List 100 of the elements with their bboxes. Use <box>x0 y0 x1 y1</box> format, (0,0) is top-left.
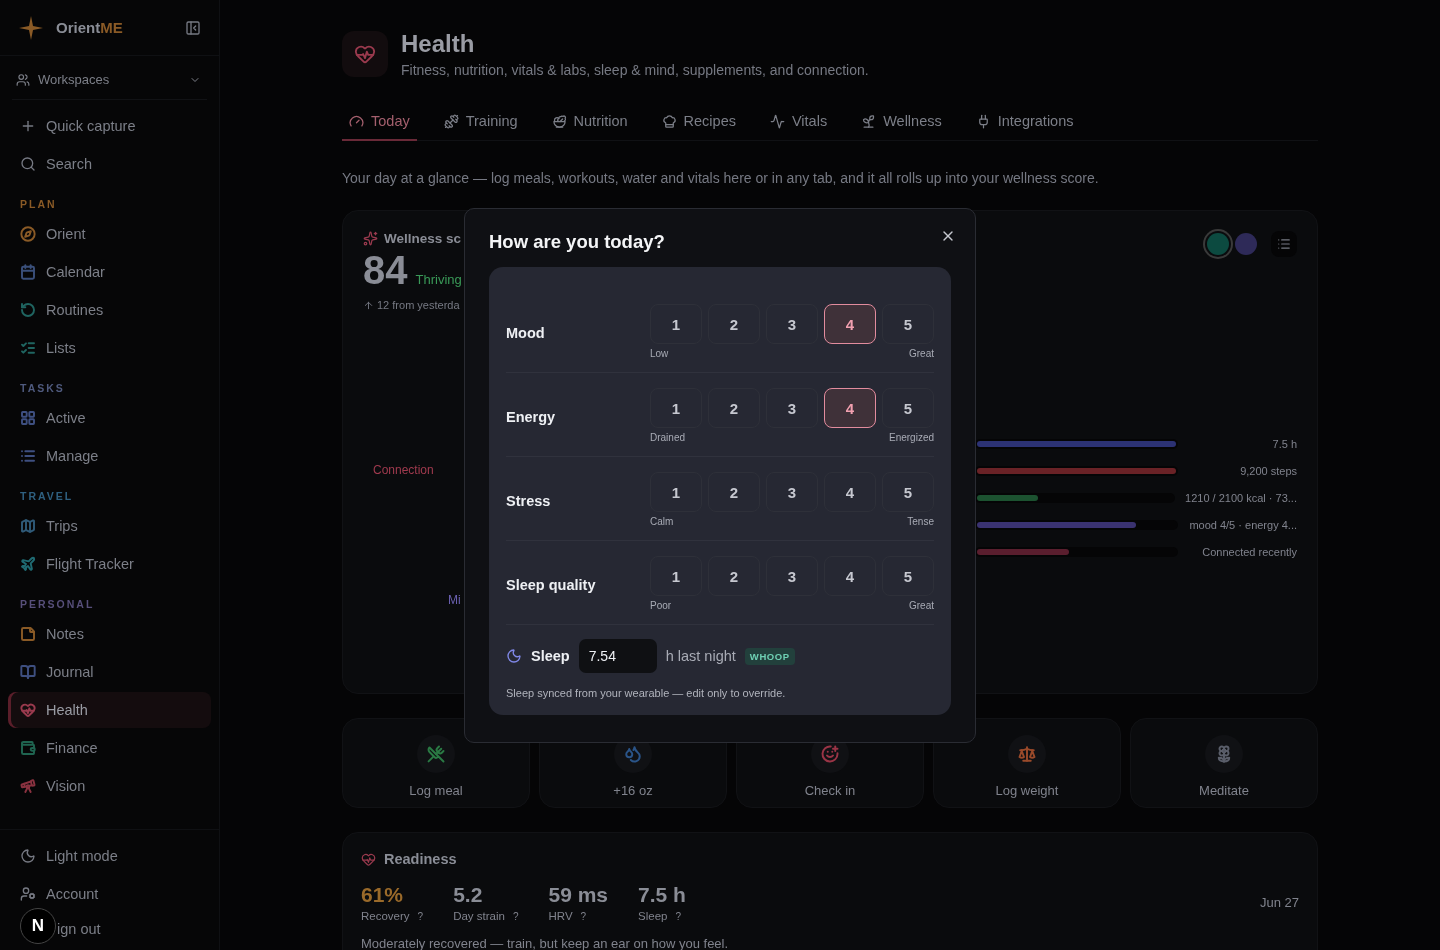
metric-value: 5.2 <box>453 883 484 907</box>
rating-option[interactable]: 2 <box>708 472 760 512</box>
quick-action-card[interactable]: Log weight <box>933 718 1121 808</box>
tab[interactable]: Wellness <box>854 104 949 141</box>
dialog-title: How are you today? <box>489 231 665 253</box>
sidebar-item[interactable]: Routines <box>8 292 211 328</box>
moon-icon <box>506 648 522 664</box>
rating-option[interactable]: 1 <box>650 304 702 344</box>
quick-capture-item[interactable]: Quick capture <box>8 108 211 144</box>
bar-reading: 9,200 steps <box>1239 465 1297 477</box>
readiness-note: Moderately recovered — train, but keep an ear on how you feel. <box>361 936 730 950</box>
section-label: PLAN <box>20 198 58 210</box>
rating-option[interactable]: 5 <box>882 472 934 512</box>
tab[interactable]: Nutrition <box>544 104 635 141</box>
sidebar-item[interactable]: Notes <box>8 616 211 652</box>
rating-option[interactable]: 2 <box>708 388 760 428</box>
sidebar-item[interactable]: Light mode <box>8 838 211 874</box>
sidebar-item[interactable]: Journal <box>8 654 211 690</box>
rating-option[interactable]: 5 <box>882 556 934 596</box>
sidebar-item[interactable]: Lists <box>8 330 211 366</box>
rating-option[interactable]: 3 <box>766 472 818 512</box>
tab[interactable]: Recipes <box>654 104 743 141</box>
metric-label: Recovery <box>361 910 410 922</box>
workspaces-selector[interactable]: Workspaces <box>12 60 207 100</box>
sleep-label: Sleep <box>531 648 570 664</box>
sidebar-toggle-icon[interactable] <box>185 19 201 36</box>
sidebar-item[interactable]: Vision <box>8 768 211 804</box>
rating-option[interactable]: 2 <box>708 556 760 596</box>
action-label: Log meal <box>409 783 463 798</box>
section-label: TASKS <box>20 382 66 394</box>
rating-option[interactable]: 3 <box>766 388 818 428</box>
arrow-up-icon <box>363 299 374 311</box>
rating-option[interactable]: 5 <box>882 388 934 428</box>
rating-option[interactable]: 1 <box>650 472 702 512</box>
salad-icon <box>551 113 567 129</box>
heart-pulse-icon <box>342 31 388 77</box>
rating-option[interactable]: 4 <box>824 556 876 596</box>
scale-high-label: Great <box>909 600 934 613</box>
users-icon <box>16 72 30 87</box>
sidebar-item[interactable]: Finance <box>8 730 211 766</box>
section-label: TRAVEL <box>20 490 75 502</box>
help-icon[interactable]: ? <box>512 910 519 922</box>
search-icon <box>20 156 36 172</box>
rating-label: Stress <box>506 493 552 509</box>
scale-high-label: Energized <box>888 432 934 445</box>
bar-reading: mood 4/5 · energy 4... <box>1188 519 1297 531</box>
sidebar-item[interactable]: Trips <box>8 508 211 544</box>
card-title: Wellness sc <box>384 231 462 246</box>
sidebar-item[interactable]: Flight Tracker <box>8 546 211 582</box>
list-icon <box>1277 237 1291 251</box>
rating-option[interactable]: 5 <box>882 304 934 344</box>
source-tag: WHOOP <box>744 647 795 665</box>
sidebar-item[interactable]: Orient <box>8 216 211 252</box>
user-icon <box>20 886 36 902</box>
tab[interactable]: Training <box>436 104 525 141</box>
rating-option[interactable]: 1 <box>650 556 702 596</box>
page-title: Health <box>401 30 476 58</box>
scale-low-label: Drained <box>650 432 686 445</box>
sidebar-item[interactable]: Active <box>8 400 211 436</box>
rating-option[interactable]: 2 <box>708 304 760 344</box>
action-label: Check in <box>804 783 856 798</box>
tab[interactable]: Today <box>342 104 417 141</box>
sidebar-item[interactable]: Manage <box>8 438 211 474</box>
theme-swatch[interactable] <box>1207 233 1229 255</box>
sparkles-icon <box>363 231 378 246</box>
sidebar-item[interactable]: Health <box>8 692 211 728</box>
intro-text: Your day at a glance — log meals, workouts, water and vitals here or in any tab, and it all rolls up into your wellness score. <box>342 170 1100 186</box>
help-icon[interactable]: ? <box>580 910 587 922</box>
sprout-icon <box>861 113 877 129</box>
moon-icon <box>20 848 36 864</box>
metric-value: 7.5 h <box>638 883 686 907</box>
help-icon[interactable]: ? <box>417 910 424 922</box>
brand-name: OrientME <box>56 19 124 36</box>
metric-label: HRV <box>548 910 573 922</box>
action-label: Meditate <box>1199 783 1249 798</box>
sidebar-item[interactable]: Calendar <box>8 254 211 290</box>
quick-action-card[interactable]: Meditate <box>1130 718 1318 808</box>
tab[interactable]: Vitals <box>762 104 835 141</box>
scale-low-label: Poor <box>650 600 672 613</box>
search-item[interactable]: Search <box>8 146 211 182</box>
rating-option[interactable]: 4 <box>824 472 876 512</box>
rating-option[interactable]: 4 <box>824 304 876 344</box>
rating-option[interactable]: 1 <box>650 388 702 428</box>
sleep-hours-field[interactable]: 7.54 <box>578 639 657 673</box>
delta-text: 12 from yesterda <box>377 299 460 311</box>
dumbbell-icon <box>443 113 459 129</box>
metric-value: 59 ms <box>548 883 609 907</box>
rating-option[interactable]: 3 <box>766 304 818 344</box>
section-label: PERSONAL <box>20 598 96 610</box>
dev-badge[interactable]: N <box>20 908 56 944</box>
help-icon[interactable]: ? <box>675 910 681 922</box>
scale-low-label: Low <box>650 348 669 361</box>
sidebar-item[interactable]: ign out <box>56 915 105 937</box>
rating-option[interactable]: 4 <box>824 388 876 428</box>
list-view-button[interactable] <box>1271 231 1297 257</box>
theme-swatch[interactable] <box>1235 233 1257 255</box>
tab[interactable]: Integrations <box>968 104 1081 141</box>
rating-option[interactable]: 3 <box>766 556 818 596</box>
quick-action-card[interactable]: Log meal <box>342 718 530 808</box>
rating-label: Energy <box>506 409 557 425</box>
